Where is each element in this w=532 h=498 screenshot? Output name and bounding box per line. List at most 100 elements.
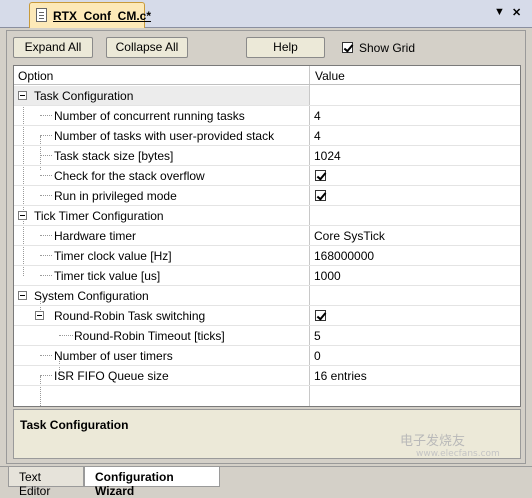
row-value: 4 bbox=[314, 109, 321, 123]
option-cell: System Configuration bbox=[14, 286, 309, 305]
close-icon[interactable]: ✕ bbox=[512, 6, 521, 19]
table-row[interactable]: Timer tick value [us] 1000 bbox=[14, 266, 520, 286]
value-cell[interactable]: 1000 bbox=[310, 266, 520, 285]
document-tab-strip: RTX_Conf_CM.c* ▼ ✕ bbox=[0, 0, 532, 28]
round-robin-checkbox[interactable] bbox=[315, 310, 326, 321]
row-value: 1000 bbox=[314, 269, 341, 283]
value-cell[interactable]: 168000000 bbox=[310, 246, 520, 265]
document-tab-title: RTX_Conf_CM.c* bbox=[53, 9, 152, 23]
table-row[interactable]: System Configuration bbox=[14, 286, 520, 306]
option-cell: ISR FIFO Queue size bbox=[14, 366, 309, 385]
collapse-toggle-icon[interactable] bbox=[18, 291, 27, 300]
row-label: Round-Robin Task switching bbox=[54, 309, 206, 323]
option-cell: Tick Timer Configuration bbox=[14, 206, 309, 225]
collapse-all-button[interactable]: Collapse All bbox=[106, 37, 188, 58]
show-grid-toggle[interactable]: Show Grid bbox=[342, 41, 415, 55]
value-cell bbox=[310, 306, 520, 325]
privileged-mode-checkbox[interactable] bbox=[315, 190, 326, 201]
option-column-header: Option bbox=[18, 69, 54, 83]
table-row[interactable]: Run in privileged mode bbox=[14, 186, 520, 206]
value-cell[interactable]: 16 entries bbox=[310, 366, 520, 385]
table-row[interactable]: Task stack size [bytes] 1024 bbox=[14, 146, 520, 166]
watermark-sub: www.elecfans.com bbox=[416, 449, 500, 459]
table-row[interactable]: Number of user timers 0 bbox=[14, 346, 520, 366]
option-cell: Timer clock value [Hz] bbox=[14, 246, 309, 265]
table-row[interactable]: Check for the stack overflow bbox=[14, 166, 520, 186]
collapse-toggle-icon[interactable] bbox=[18, 91, 27, 100]
row-label: System Configuration bbox=[34, 289, 149, 303]
table-row[interactable]: Number of tasks with user-provided stack… bbox=[14, 126, 520, 146]
table-row[interactable]: ISR FIFO Queue size 16 entries bbox=[14, 366, 520, 386]
options-table: Option Value Task Configuration Number o… bbox=[13, 65, 521, 407]
value-cell bbox=[310, 286, 520, 305]
help-button[interactable]: Help bbox=[246, 37, 325, 58]
document-tab[interactable]: RTX_Conf_CM.c* bbox=[29, 2, 151, 28]
row-value: Core SysTick bbox=[314, 229, 385, 243]
table-row[interactable]: Task Configuration bbox=[14, 86, 520, 106]
bottom-tab-bar: Text Editor Configuration Wizard bbox=[0, 466, 532, 498]
row-value: 0 bbox=[314, 349, 321, 363]
option-cell: Run in privileged mode bbox=[14, 186, 309, 205]
row-label: Run in privileged mode bbox=[54, 189, 177, 203]
configuration-wizard-panel: Expand All Collapse All Help Show Grid O… bbox=[6, 30, 526, 464]
table-row[interactable]: Round-Robin Task switching bbox=[14, 306, 520, 326]
option-cell: Round-Robin Task switching bbox=[14, 306, 309, 325]
tab-text-editor[interactable]: Text Editor bbox=[8, 467, 84, 498]
value-cell[interactable]: 4 bbox=[310, 126, 520, 145]
table-row[interactable]: Round-Robin Timeout [ticks] 5 bbox=[14, 326, 520, 346]
table-row[interactable]: Number of concurrent running tasks 4 bbox=[14, 106, 520, 126]
row-value: 5 bbox=[314, 329, 321, 343]
option-cell: Task stack size [bytes] bbox=[14, 146, 309, 165]
row-label: Number of tasks with user-provided stack bbox=[54, 129, 275, 143]
option-cell: Number of user timers bbox=[14, 346, 309, 365]
option-cell: Timer tick value [us] bbox=[14, 266, 309, 285]
expand-all-button[interactable]: Expand All bbox=[13, 37, 93, 58]
tab-configuration-wizard[interactable]: Configuration Wizard bbox=[84, 467, 220, 498]
row-label: Number of user timers bbox=[54, 349, 173, 363]
row-label: Check for the stack overflow bbox=[54, 169, 205, 183]
row-label: Round-Robin Timeout [ticks] bbox=[74, 329, 225, 343]
collapse-toggle-icon[interactable] bbox=[18, 211, 27, 220]
stack-overflow-checkbox[interactable] bbox=[315, 170, 326, 181]
show-grid-label: Show Grid bbox=[359, 41, 416, 55]
table-header: Option Value bbox=[14, 66, 520, 85]
option-cell: Round-Robin Timeout [ticks] bbox=[14, 326, 309, 345]
value-cell bbox=[310, 206, 520, 225]
show-grid-checkbox[interactable] bbox=[342, 42, 353, 54]
value-cell[interactable]: Core SysTick bbox=[310, 226, 520, 245]
value-cell[interactable]: 0 bbox=[310, 346, 520, 365]
option-cell: Number of tasks with user-provided stack bbox=[14, 126, 309, 145]
value-cell[interactable]: 4 bbox=[310, 106, 520, 125]
row-label: Timer tick value [us] bbox=[54, 269, 161, 283]
table-row[interactable]: Hardware timer Core SysTick bbox=[14, 226, 520, 246]
row-label: Task Configuration bbox=[34, 89, 134, 103]
row-value: 4 bbox=[314, 129, 321, 143]
file-icon bbox=[36, 8, 47, 22]
option-cell: Check for the stack overflow bbox=[14, 166, 309, 185]
description-title: Task Configuration bbox=[20, 418, 129, 432]
row-label: Task stack size [bytes] bbox=[54, 149, 174, 163]
option-cell: Hardware timer bbox=[14, 226, 309, 245]
row-label: ISR FIFO Queue size bbox=[54, 369, 169, 383]
value-cell[interactable]: 1024 bbox=[310, 146, 520, 165]
row-label: Tick Timer Configuration bbox=[34, 209, 164, 223]
option-cell: Task Configuration bbox=[14, 86, 309, 105]
value-cell[interactable]: 5 bbox=[310, 326, 520, 345]
row-label: Hardware timer bbox=[54, 229, 137, 243]
row-label: Number of concurrent running tasks bbox=[54, 109, 245, 123]
value-column-header: Value bbox=[315, 69, 345, 83]
value-cell bbox=[310, 166, 520, 185]
watermark: 电子发烧友 www.elecfans.com bbox=[400, 430, 500, 459]
collapse-toggle-icon[interactable] bbox=[35, 311, 44, 320]
dropdown-arrow-icon[interactable]: ▼ bbox=[494, 6, 505, 18]
row-value: 16 entries bbox=[314, 369, 367, 383]
value-cell bbox=[310, 86, 520, 105]
table-row[interactable]: Tick Timer Configuration bbox=[14, 206, 520, 226]
watermark-main: 电子发烧友 bbox=[400, 434, 466, 449]
option-cell: Number of concurrent running tasks bbox=[14, 106, 309, 125]
row-label: Timer clock value [Hz] bbox=[54, 249, 172, 263]
row-value: 168000000 bbox=[314, 249, 375, 263]
row-value: 1024 bbox=[314, 149, 341, 163]
table-row[interactable]: Timer clock value [Hz] 168000000 bbox=[14, 246, 520, 266]
value-cell bbox=[310, 186, 520, 205]
